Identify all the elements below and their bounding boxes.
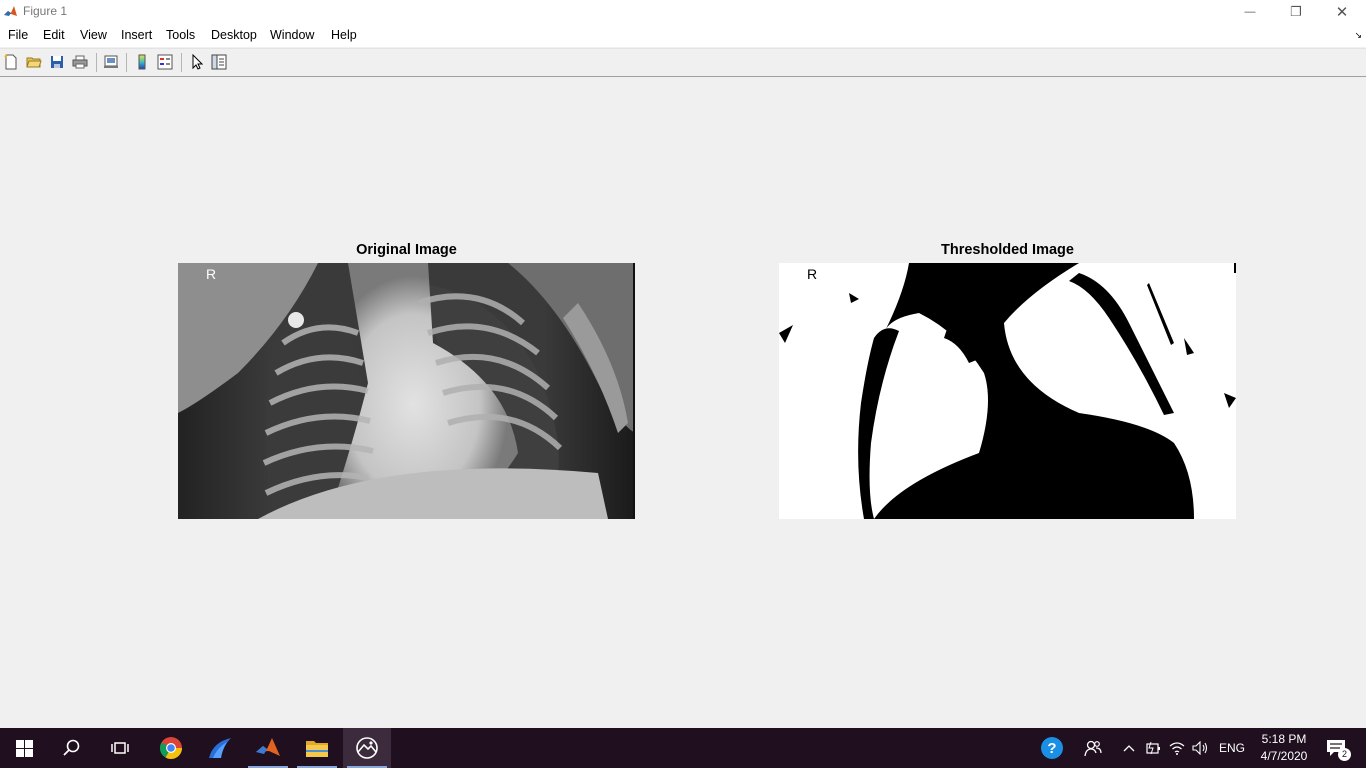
print-button[interactable]	[71, 53, 89, 71]
menu-edit[interactable]: Edit	[43, 28, 65, 42]
help-tray-button[interactable]: ?	[1029, 728, 1075, 768]
original-image-title: Original Image	[356, 242, 457, 258]
chrome-icon	[160, 737, 182, 759]
legend-icon	[157, 54, 173, 70]
new-figure-button[interactable]	[2, 53, 20, 71]
print-preview-button[interactable]	[102, 53, 120, 71]
restore-icon: ❐	[1290, 4, 1302, 19]
search-button[interactable]	[48, 728, 96, 768]
close-icon: ✕	[1335, 4, 1349, 21]
language-indicator[interactable]: ENG	[1219, 741, 1245, 755]
minimize-icon: —	[1244, 6, 1256, 18]
menu-insert[interactable]: Insert	[121, 28, 152, 42]
window-title: Figure 1	[23, 4, 68, 18]
menu-file[interactable]: File	[8, 28, 28, 42]
volume-button[interactable]	[1189, 728, 1211, 768]
new-file-icon	[4, 54, 17, 70]
menu-desktop[interactable]: Desktop	[211, 28, 257, 42]
title-bar: Figure 1 — ❐ ✕	[0, 0, 1366, 24]
help-question-icon: ?	[1041, 737, 1063, 759]
taskbar-image-viewer[interactable]	[343, 728, 391, 768]
menu-bar: File Edit View Insert Tools Desktop Wind…	[0, 24, 1366, 47]
search-icon	[63, 739, 80, 756]
network-button[interactable]	[1166, 728, 1188, 768]
taskbar-matlab[interactable]	[244, 728, 292, 768]
matlab-logo-icon	[3, 4, 18, 19]
save-disk-icon	[51, 56, 63, 68]
menu-tools[interactable]: Tools	[166, 28, 195, 42]
clock-date[interactable]: 4/7/2020	[1256, 749, 1312, 763]
insert-legend-button[interactable]	[156, 53, 174, 71]
insert-colorbar-button[interactable]	[133, 53, 151, 71]
show-hidden-icons-button[interactable]	[1118, 728, 1140, 768]
clock-time[interactable]: 5:18 PM	[1260, 732, 1308, 746]
image-marker-letter: R	[807, 266, 818, 282]
people-button[interactable]	[1072, 728, 1114, 768]
cursor-arrow-icon	[192, 54, 204, 70]
taskbar: ? ENG 5:18 PM 4/7/2020 2	[0, 728, 1366, 768]
taskbar-chrome[interactable]	[147, 728, 195, 768]
speaker-icon	[1192, 741, 1208, 755]
restore-button[interactable]: ❐	[1273, 0, 1319, 24]
chevron-up-icon	[1123, 745, 1135, 752]
plot-tools-icon	[211, 54, 227, 70]
toolbar-separator	[181, 53, 182, 72]
folder-icon	[306, 741, 328, 757]
toolbar-separator	[126, 53, 127, 72]
collapse-toolbar-icon[interactable]: ↘	[1354, 30, 1362, 41]
task-view-icon	[111, 742, 129, 754]
battery-button[interactable]	[1142, 728, 1164, 768]
toolbar-separator	[96, 53, 97, 72]
notification-badge: 2	[1338, 748, 1351, 761]
people-icon	[1084, 740, 1102, 757]
folder-icon	[26, 57, 42, 68]
colorbar-icon	[138, 54, 146, 70]
thresholded-image-title: Thresholded Image	[941, 242, 1074, 258]
menu-window[interactable]: Window	[270, 28, 314, 42]
figure-toolbar	[0, 48, 1366, 77]
minimize-button[interactable]: —	[1227, 0, 1273, 24]
image-marker-letter: R	[206, 266, 217, 282]
taskbar-file-explorer[interactable]	[293, 728, 341, 768]
save-button[interactable]	[48, 53, 66, 71]
printer-icon	[72, 55, 88, 69]
edit-plot-button[interactable]	[188, 53, 206, 71]
start-button[interactable]	[0, 728, 48, 768]
menu-view[interactable]: View	[80, 28, 107, 42]
taskbar-wing-ide[interactable]	[196, 728, 244, 768]
photos-icon	[356, 737, 378, 759]
svg-text:?: ?	[1047, 740, 1056, 757]
wing-ide-icon	[209, 738, 231, 758]
close-button[interactable]: ✕	[1319, 0, 1365, 24]
thresholded-image-axes[interactable]: R	[779, 263, 1236, 519]
task-view-button[interactable]	[96, 728, 144, 768]
chest-xray-image	[178, 263, 635, 519]
matlab-icon	[256, 738, 280, 756]
open-file-button[interactable]	[25, 53, 43, 71]
plot-tools-button[interactable]	[210, 53, 228, 71]
print-preview-icon	[104, 55, 118, 68]
original-image-axes[interactable]: R	[178, 263, 635, 519]
battery-icon	[1146, 741, 1160, 755]
menu-help[interactable]: Help	[331, 28, 357, 42]
wifi-icon	[1169, 742, 1185, 755]
action-center-button[interactable]: 2	[1316, 728, 1356, 768]
thresholded-xray-image	[779, 263, 1236, 519]
windows-logo-icon	[15, 739, 33, 757]
